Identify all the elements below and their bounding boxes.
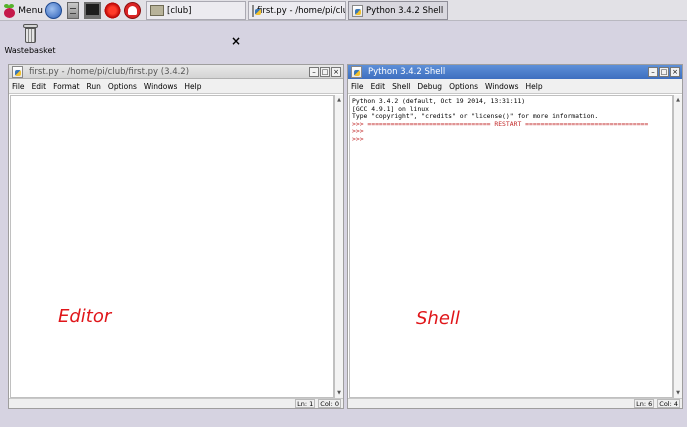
scroll-down-icon[interactable]: ▼ [335, 389, 343, 397]
task-club-folder[interactable]: [club] [146, 1, 246, 20]
editor-text-area[interactable] [10, 95, 334, 398]
shell-restart-line: >>> ================================ RES… [352, 119, 649, 128]
close-icon[interactable]: × [231, 35, 241, 47]
shell-output-area[interactable]: Python 3.4.2 (default, Oct 19 2014, 13:3… [349, 95, 673, 398]
task-shell[interactable]: Python 3.4.2 Shell [348, 1, 448, 20]
menu-windows[interactable]: Windows [485, 82, 518, 91]
menu-help[interactable]: Help [184, 82, 201, 91]
shell-window: Python 3.4.2 Shell – □ × File Edit Shell… [347, 64, 683, 409]
menu-windows[interactable]: Windows [144, 82, 177, 91]
task-label: Python 3.4.2 Shell [366, 5, 444, 16]
line-indicator: Ln: 6 [634, 399, 655, 408]
scroll-up-icon[interactable]: ▲ [335, 96, 343, 104]
launcher-bar [45, 2, 141, 19]
shell-prompt: >>> [352, 127, 364, 136]
maximize-button[interactable]: □ [320, 66, 330, 77]
minimize-button[interactable]: – [309, 66, 319, 77]
trash-icon [22, 24, 38, 43]
shell-prompt: >>> [352, 134, 364, 143]
window-title: first.py - /home/pi/club/first.py (3.4.2… [29, 66, 190, 77]
menu-debug[interactable]: Debug [417, 82, 442, 91]
close-button[interactable]: × [670, 67, 680, 77]
menu-format[interactable]: Format [53, 82, 79, 91]
editor-titlebar[interactable]: first.py - /home/pi/club/first.py (3.4.2… [9, 65, 343, 79]
minimize-button[interactable]: – [648, 67, 658, 77]
task-editor[interactable]: first.py - /home/pi/clu [248, 1, 346, 20]
scroll-up-icon[interactable]: ▲ [674, 96, 682, 104]
task-label: first.py - /home/pi/clu [257, 5, 346, 16]
shell-annotation: Shell [416, 308, 460, 329]
menu-run[interactable]: Run [87, 82, 101, 91]
editor-window: first.py - /home/pi/club/first.py (3.4.2… [8, 64, 344, 409]
python-icon [352, 4, 363, 17]
wastebasket-desktop-icon[interactable]: Wastebasket [4, 24, 56, 60]
shell-menubar: File Edit Shell Debug Options Windows He… [348, 79, 682, 94]
menu-options[interactable]: Options [108, 82, 137, 91]
terminal-icon[interactable] [84, 2, 101, 19]
menu-shell[interactable]: Shell [392, 82, 410, 91]
raspberry-pi-icon [3, 3, 15, 18]
maximize-button[interactable]: □ [659, 67, 669, 77]
menu-label: Menu [18, 5, 43, 16]
python-icon [351, 66, 362, 78]
menu-edit[interactable]: Edit [32, 82, 47, 91]
globe-icon[interactable] [45, 2, 62, 19]
shell-titlebar[interactable]: Python 3.4.2 Shell – □ × [348, 65, 682, 79]
task-label: [club] [167, 5, 192, 16]
column-indicator: Col: 4 [657, 399, 680, 408]
python-icon [12, 65, 23, 78]
shell-scrollbar[interactable]: ▲ ▼ [673, 95, 682, 398]
editor-annotation: Editor [58, 306, 112, 327]
editor-statusbar: Ln: 1 Col: 0 [9, 398, 343, 408]
menu-file[interactable]: File [12, 82, 25, 91]
taskbar: Menu [club] first.py - /home/pi/clu Pyth… [0, 0, 687, 21]
menu-file[interactable]: File [351, 82, 364, 91]
window-title: Python 3.4.2 Shell [368, 67, 446, 77]
menu-edit[interactable]: Edit [371, 82, 386, 91]
wolfram-icon[interactable] [124, 2, 141, 19]
shell-statusbar: Ln: 6 Col: 4 [348, 398, 682, 408]
python-icon [252, 4, 261, 17]
scroll-down-icon[interactable]: ▼ [674, 389, 682, 397]
editor-menubar: File Edit Format Run Options Windows Hel… [9, 79, 343, 94]
close-button[interactable]: × [331, 66, 341, 77]
folder-icon [150, 5, 164, 16]
menu-help[interactable]: Help [526, 82, 543, 91]
mathematica-icon[interactable] [104, 2, 121, 19]
column-indicator: Col: 0 [318, 399, 341, 408]
menu-button[interactable]: Menu [1, 1, 43, 20]
wastebasket-label: Wastebasket [4, 46, 56, 55]
editor-scrollbar[interactable]: ▲ ▼ [334, 95, 343, 398]
file-cabinet-icon[interactable] [67, 2, 79, 19]
menu-options[interactable]: Options [449, 82, 478, 91]
line-indicator: Ln: 1 [295, 399, 316, 408]
